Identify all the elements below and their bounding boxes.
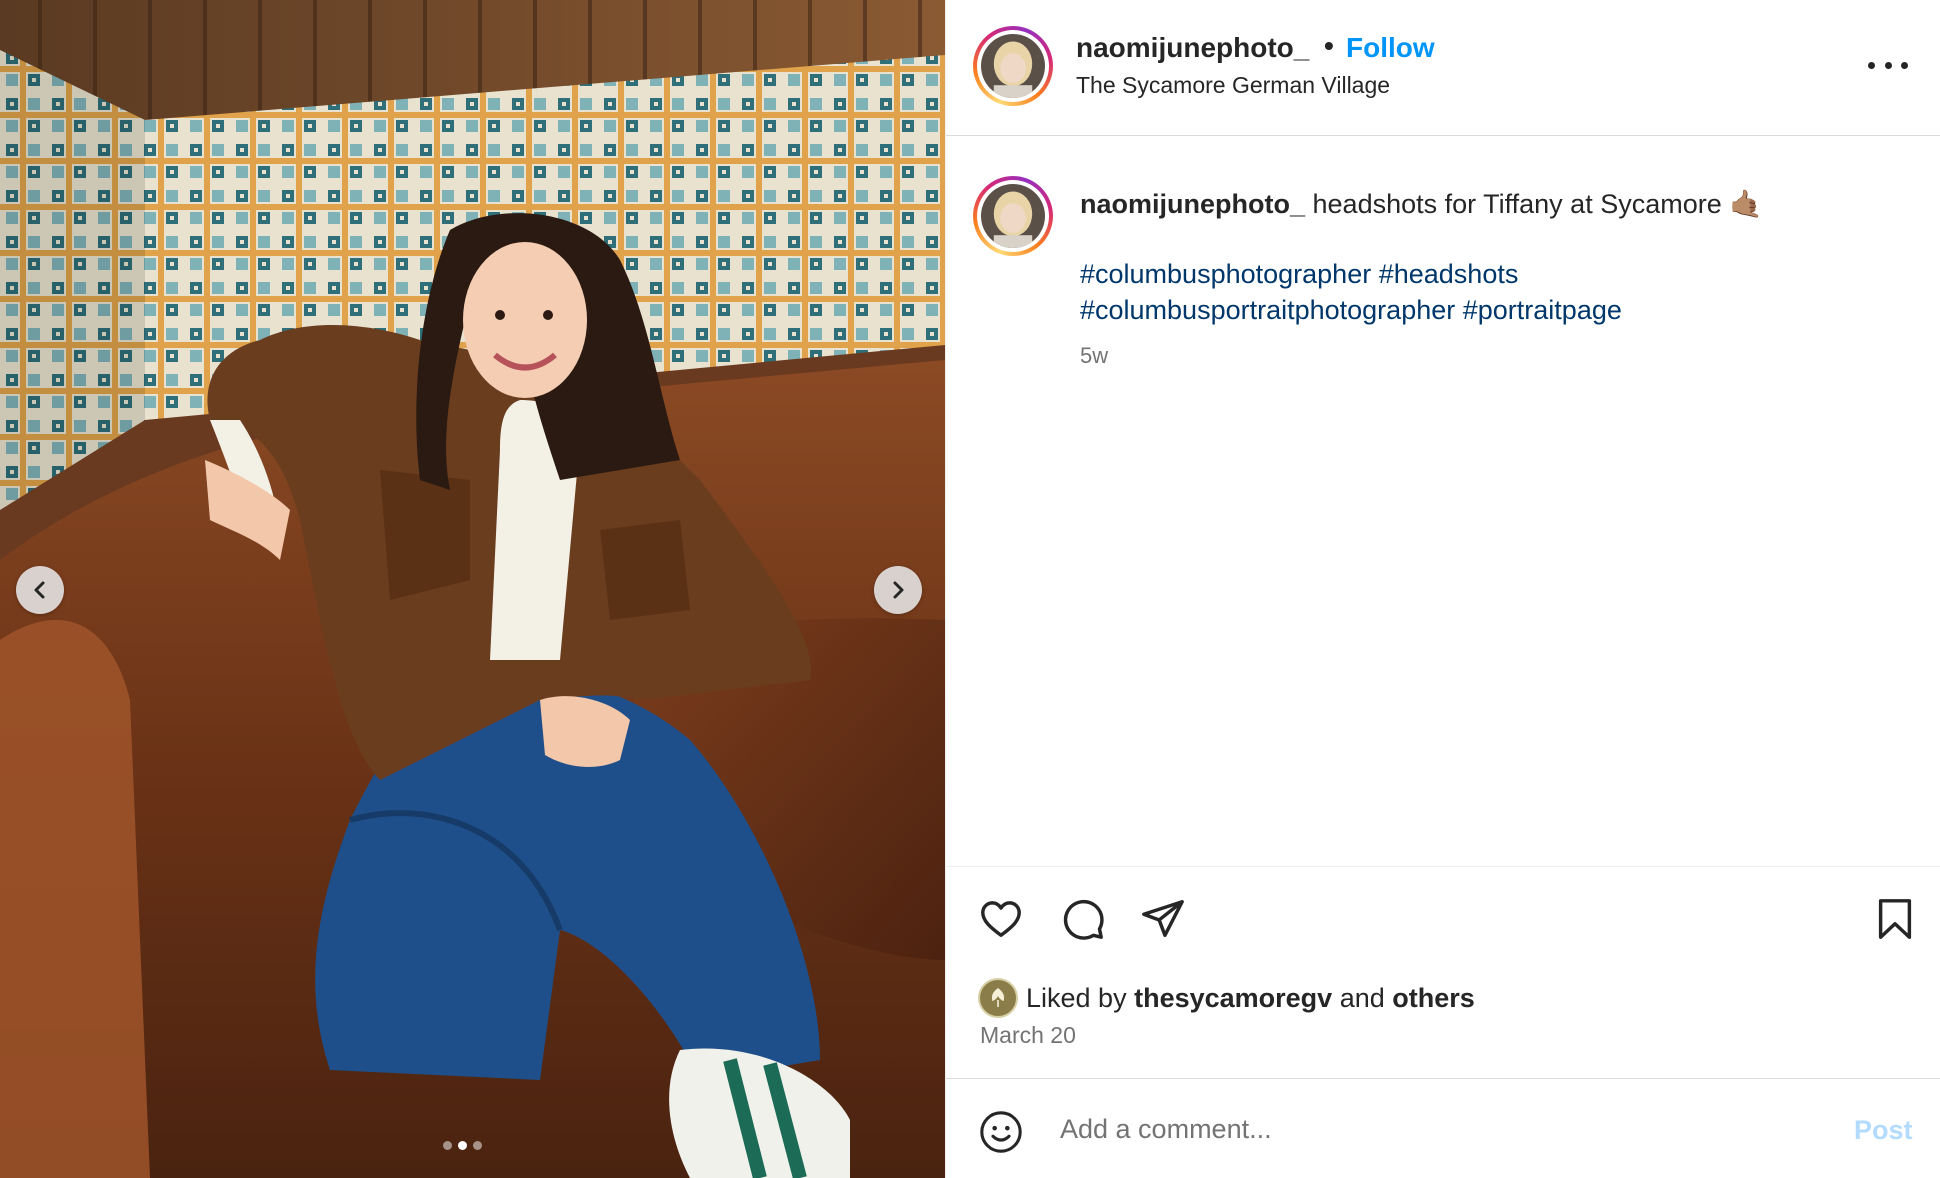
post-media[interactable] [0,0,945,1178]
hashtag-link[interactable]: #portraitpage [1463,295,1622,325]
caption-text: headshots for Tiffany at Sycamore 🤙🏽 [1312,189,1763,219]
carousel-indicator [443,1141,482,1150]
post-photo [0,0,945,1178]
author-avatar[interactable] [973,26,1053,106]
comment-input[interactable] [1060,1107,1760,1151]
bookmark-icon[interactable] [1872,896,1918,942]
liker-username[interactable]: thesycamoregv [1134,983,1332,1014]
chevron-left-icon [34,581,45,599]
carousel-prev-button[interactable] [16,566,64,614]
caption-username[interactable]: naomijunephoto_ [1080,189,1305,219]
post-caption: naomijunephoto_ headshots for Tiffany at… [1080,186,1900,374]
post-location[interactable]: The Sycamore German Village [1076,72,1390,99]
emoji-icon[interactable] [978,1109,1024,1160]
liked-by-prefix: Liked by [1026,982,1127,1013]
carousel-dot [443,1141,452,1150]
chevron-right-icon [893,581,904,599]
actions-divider [946,866,1940,867]
follow-button[interactable]: Follow [1346,32,1435,64]
author-username[interactable]: naomijunephoto_ [1076,32,1309,64]
header-separator: • [1324,30,1334,61]
liked-by: Liked by thesycamoregv and others [978,978,1475,1018]
post-comment-button[interactable]: Post [1854,1115,1913,1146]
carousel-next-button[interactable] [874,566,922,614]
heart-icon[interactable] [978,896,1024,942]
post-age[interactable]: 5w [1080,338,1900,374]
post-header: naomijunephoto_ • Follow The Sycamore Ge… [946,0,1940,136]
liked-by-others[interactable]: others [1392,983,1475,1014]
carousel-dot-active [458,1141,467,1150]
avatar-photo [981,184,1045,248]
hashtag-link[interactable]: #headshots [1379,259,1519,289]
post-date[interactable]: March 20 [980,1022,1076,1049]
comment-bar: Post [946,1078,1940,1178]
caption-avatar[interactable] [973,176,1053,256]
more-icon[interactable] [1868,52,1908,78]
liked-by-joiner: and [1339,982,1385,1013]
avatar-photo [981,34,1045,98]
hashtag-link[interactable]: #columbusphotographer [1080,259,1371,289]
liker-avatar[interactable] [978,978,1018,1018]
hashtags: #columbusphotographer #headshots #columb… [1080,256,1900,328]
carousel-dot [473,1141,482,1150]
leaf-icon [991,987,1005,1007]
comment-icon[interactable] [1060,896,1106,942]
post-panel: naomijunephoto_ • Follow The Sycamore Ge… [945,0,1940,1178]
hashtag-link[interactable]: #columbusportraitphotographer [1080,295,1455,325]
share-icon[interactable] [1140,896,1186,942]
